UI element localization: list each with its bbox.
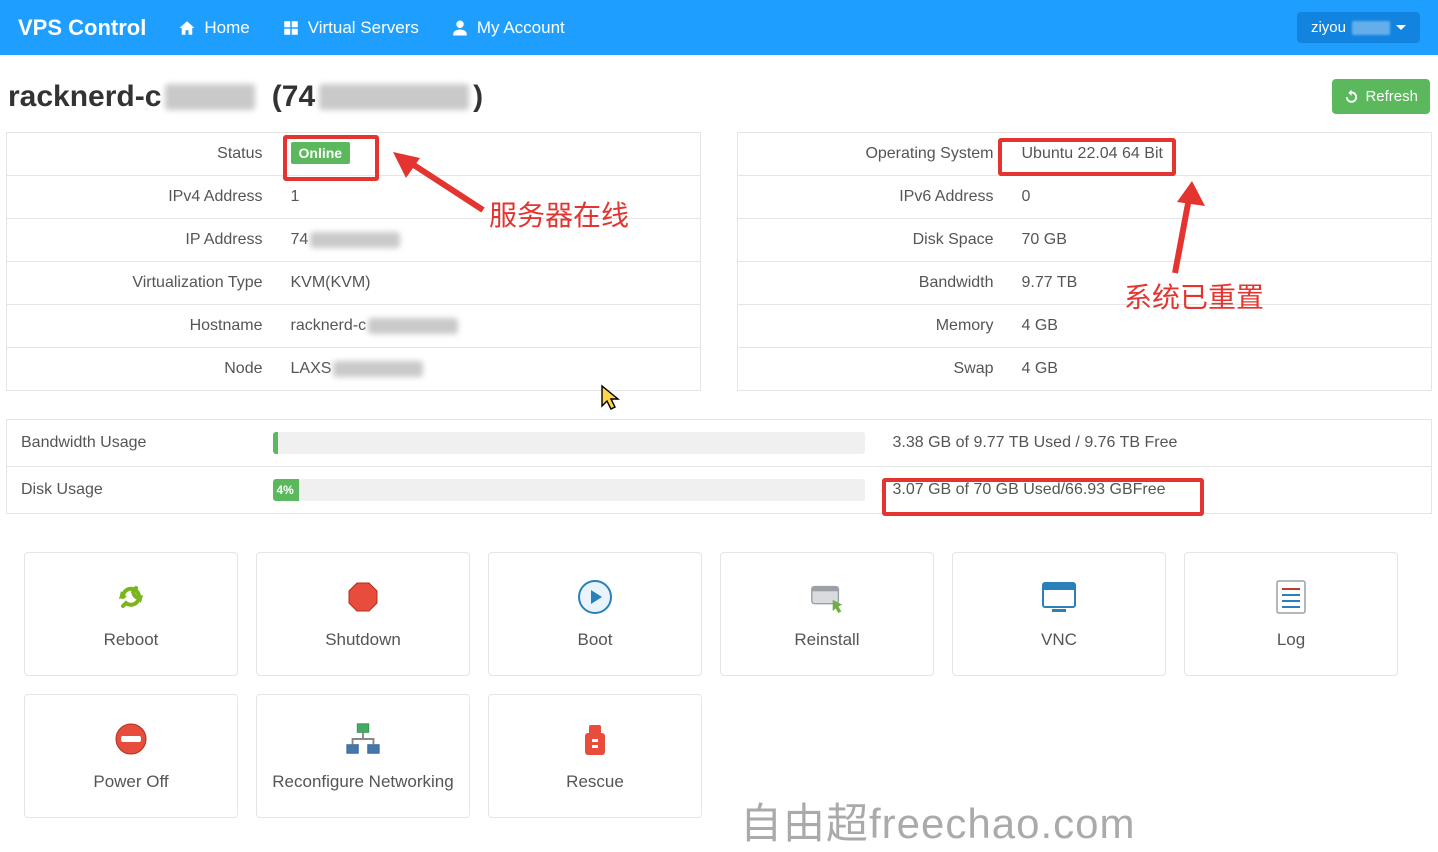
action-shutdown[interactable]: Shutdown <box>256 552 470 676</box>
caret-down-icon <box>1396 23 1406 33</box>
refresh-icon <box>1344 89 1359 104</box>
disk-usage-row: Disk Usage 4% 3.07 GB of 70 GB Used/66.9… <box>7 467 1432 514</box>
detail-row: StatusOnline <box>7 133 701 176</box>
user-icon <box>451 19 469 37</box>
details-right: Operating SystemUbuntu 22.04 64 BitIPv6 … <box>737 132 1432 391</box>
boot-icon <box>576 578 614 616</box>
detail-row: Operating SystemUbuntu 22.04 64 Bit <box>738 133 1432 176</box>
nav-virtual-servers[interactable]: Virtual Servers <box>282 18 419 38</box>
shutdown-icon <box>344 578 382 616</box>
detail-row: Disk Space70 GB <box>738 219 1432 262</box>
detail-row: IPv6 Address0 <box>738 176 1432 219</box>
detail-row: Bandwidth9.77 TB <box>738 262 1432 305</box>
detail-row: NodeLAXS <box>7 348 701 391</box>
usage-table: Bandwidth Usage 3.38 GB of 9.77 TB Used … <box>6 419 1432 514</box>
details-left: StatusOnlineIPv4 Address1IP Address74Vir… <box>6 132 701 391</box>
detail-row: IPv4 Address1 <box>7 176 701 219</box>
action-rescue[interactable]: Rescue <box>488 694 702 818</box>
nav-home[interactable]: Home <box>178 18 249 38</box>
user-menu-button[interactable]: ziyou <box>1297 12 1420 43</box>
detail-row: Virtualization TypeKVM(KVM) <box>7 262 701 305</box>
detail-row: Swap4 GB <box>738 348 1432 391</box>
status-badge: Online <box>291 142 351 164</box>
rescue-icon <box>576 720 614 758</box>
reconfigure-networking-icon <box>344 720 382 758</box>
detail-row: IP Address74 <box>7 219 701 262</box>
bandwidth-usage-row: Bandwidth Usage 3.38 GB of 9.77 TB Used … <box>7 420 1432 467</box>
actions: RebootShutdownBootReinstallVNCLog Power O… <box>0 514 1438 838</box>
reboot-icon <box>112 578 150 616</box>
page-title: racknerd-c (74) <box>8 80 483 114</box>
action-boot[interactable]: Boot <box>488 552 702 676</box>
disk-progress: 4% <box>273 479 865 501</box>
action-log[interactable]: Log <box>1184 552 1398 676</box>
action-reinstall[interactable]: Reinstall <box>720 552 934 676</box>
power-off-icon <box>112 720 150 758</box>
action-reconfigure-networking[interactable]: Reconfigure Networking <box>256 694 470 818</box>
vnc-icon <box>1040 578 1078 616</box>
bandwidth-progress <box>273 432 865 454</box>
action-power-off[interactable]: Power Off <box>24 694 238 818</box>
home-icon <box>178 19 196 37</box>
action-vnc[interactable]: VNC <box>952 552 1166 676</box>
detail-row: Hostnameracknerd-c <box>7 305 701 348</box>
nav-my-account[interactable]: My Account <box>451 18 565 38</box>
navbar: VPS Control Home Virtual Servers My Acco… <box>0 0 1438 55</box>
brand: VPS Control <box>18 15 146 41</box>
grid-icon <box>282 19 300 37</box>
detail-row: Memory4 GB <box>738 305 1432 348</box>
refresh-button[interactable]: Refresh <box>1332 79 1430 114</box>
action-reboot[interactable]: Reboot <box>24 552 238 676</box>
reinstall-icon <box>808 578 846 616</box>
log-icon <box>1272 578 1310 616</box>
